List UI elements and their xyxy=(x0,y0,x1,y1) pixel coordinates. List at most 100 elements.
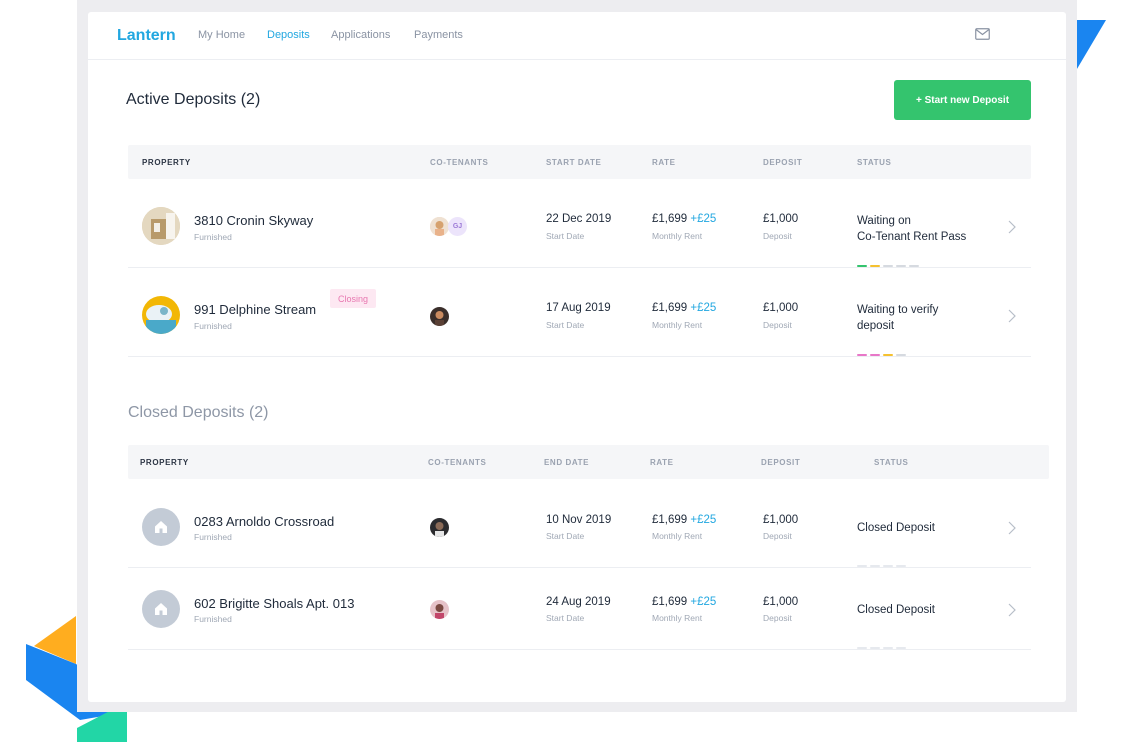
rate-label: Monthly Rent xyxy=(652,320,703,330)
mail-icon[interactable] xyxy=(975,28,990,40)
header-property[interactable]: PROPERTY xyxy=(140,458,189,467)
status-line-2: deposit xyxy=(857,320,895,332)
chevron-right-icon[interactable] xyxy=(1008,220,1016,234)
status-progress xyxy=(857,565,906,567)
rate-label: Monthly Rent xyxy=(652,231,703,241)
progress-segment xyxy=(857,354,867,356)
header-co-tenants[interactable]: CO-TENANTS xyxy=(428,458,486,467)
table-row[interactable]: 3810 Cronin Skyway Furnished GJ 22 Dec 2… xyxy=(128,179,1031,268)
status-text: Closed Deposit xyxy=(857,604,935,616)
end-date-label: Start Date xyxy=(546,613,585,623)
rate-delta: +£25 xyxy=(690,514,717,526)
table-row[interactable]: 602 Brigitte Shoals Apt. 013 Furnished 2… xyxy=(128,568,1031,650)
end-date-label: Start Date xyxy=(546,531,585,541)
property-name[interactable]: 991 Delphine Stream xyxy=(194,302,316,317)
nav-link-deposits[interactable]: Deposits xyxy=(267,29,310,41)
active-deposits-title: Active Deposits (2) xyxy=(126,91,261,108)
status-line-1: Waiting on xyxy=(857,215,911,227)
deposit-label: Deposit xyxy=(763,320,792,330)
start-date-label: Start Date xyxy=(546,320,585,330)
closing-tag: Closing xyxy=(330,289,377,308)
status-progress xyxy=(857,647,906,649)
deposit-label: Deposit xyxy=(763,613,792,623)
nav-link-my-home[interactable]: My Home xyxy=(198,29,245,41)
chevron-right-icon[interactable] xyxy=(1008,521,1016,535)
rate-delta: +£25 xyxy=(690,596,717,608)
nav-link-payments[interactable]: Payments xyxy=(414,29,463,41)
brand-logo[interactable]: Lantern xyxy=(117,27,176,45)
deposit-value: £1,000 xyxy=(763,514,799,526)
status-line-1: Waiting to verify xyxy=(857,304,939,316)
deposit-value: £1,000 xyxy=(763,302,799,314)
header-start-date[interactable]: START DATE xyxy=(546,158,601,167)
property-name[interactable]: 0283 Arnoldo Crossroad xyxy=(194,514,334,529)
header-status[interactable]: STATUS xyxy=(874,458,908,467)
rate-label: Monthly Rent xyxy=(652,531,703,541)
deposit-label: Deposit xyxy=(763,531,792,541)
status-progress xyxy=(857,354,906,356)
rate-value: £1,699 +£25 xyxy=(652,302,717,314)
furnishing-label: Furnished xyxy=(194,614,232,624)
nav-link-applications[interactable]: Applications xyxy=(331,29,390,41)
start-new-deposit-button[interactable]: + Start new Deposit xyxy=(894,80,1031,120)
progress-segment xyxy=(909,265,919,267)
table-row[interactable]: 0283 Arnoldo Crossroad Furnished 10 Nov … xyxy=(128,479,1031,568)
progress-segment xyxy=(883,647,893,649)
furnishing-label: Furnished xyxy=(194,532,232,542)
header-rate[interactable]: RATE xyxy=(652,158,676,167)
progress-segment xyxy=(883,565,893,567)
header-rate[interactable]: RATE xyxy=(650,458,674,467)
progress-segment xyxy=(870,647,880,649)
furnishing-label: Furnished xyxy=(194,232,232,242)
progress-segment xyxy=(857,565,867,567)
deposit-label: Deposit xyxy=(763,231,792,241)
progress-segment xyxy=(883,265,893,267)
progress-segment xyxy=(870,354,880,356)
co-tenant-avatar[interactable] xyxy=(430,307,449,326)
progress-segment xyxy=(896,265,906,267)
property-name[interactable]: 602 Brigitte Shoals Apt. 013 xyxy=(194,596,354,611)
co-tenant-avatar[interactable] xyxy=(430,600,449,619)
closed-table-header: PROPERTY CO-TENANTS END DATE RATE DEPOSI… xyxy=(128,445,1049,479)
start-date-value: 22 Dec 2019 xyxy=(546,213,612,225)
rate-value: £1,699 +£25 xyxy=(652,514,717,526)
header-property[interactable]: PROPERTY xyxy=(142,158,191,167)
progress-segment xyxy=(896,354,906,356)
header-deposit[interactable]: DEPOSIT xyxy=(763,158,802,167)
progress-segment xyxy=(870,565,880,567)
header-end-date[interactable]: END DATE xyxy=(544,458,589,467)
property-name[interactable]: 3810 Cronin Skyway xyxy=(194,213,313,228)
home-icon xyxy=(142,508,180,546)
rate-label: Monthly Rent xyxy=(652,613,703,623)
rate-value: £1,699 +£25 xyxy=(652,596,717,608)
active-table-header: PROPERTY CO-TENANTS START DATE RATE DEPO… xyxy=(128,145,1031,179)
progress-segment xyxy=(857,265,867,267)
chevron-right-icon[interactable] xyxy=(1008,309,1016,323)
chevron-right-icon[interactable] xyxy=(1008,603,1016,617)
status-line-2: Co-Tenant Rent Pass xyxy=(857,231,967,243)
end-date-value: 10 Nov 2019 xyxy=(546,514,612,526)
app-window: Lantern My Home Deposits Applications Pa… xyxy=(88,12,1066,702)
stage: Lantern My Home Deposits Applications Pa… xyxy=(0,0,1134,742)
progress-segment xyxy=(857,647,867,649)
co-tenant-avatar[interactable] xyxy=(430,217,449,236)
deposit-value: £1,000 xyxy=(763,596,799,608)
co-tenant-initials[interactable]: GJ xyxy=(448,217,467,236)
table-row[interactable]: 991 Delphine Stream Closing Furnished 17… xyxy=(128,268,1031,357)
status-text: Waiting on Co-Tenant Rent Pass xyxy=(857,213,966,245)
progress-segment xyxy=(896,647,906,649)
property-photo xyxy=(142,296,180,334)
rate-value: £1,699 +£25 xyxy=(652,213,717,225)
home-icon xyxy=(142,590,180,628)
start-date-value: 17 Aug 2019 xyxy=(546,302,611,314)
status-text: Waiting to verify deposit xyxy=(857,302,938,334)
end-date-value: 24 Aug 2019 xyxy=(546,596,611,608)
property-photo xyxy=(142,207,180,245)
header-status[interactable]: STATUS xyxy=(857,158,891,167)
progress-segment xyxy=(870,265,880,267)
status-progress xyxy=(857,265,919,267)
co-tenant-avatar[interactable] xyxy=(430,518,449,537)
header-co-tenants[interactable]: CO-TENANTS xyxy=(430,158,488,167)
header-deposit[interactable]: DEPOSIT xyxy=(761,458,800,467)
status-text: Closed Deposit xyxy=(857,522,935,534)
